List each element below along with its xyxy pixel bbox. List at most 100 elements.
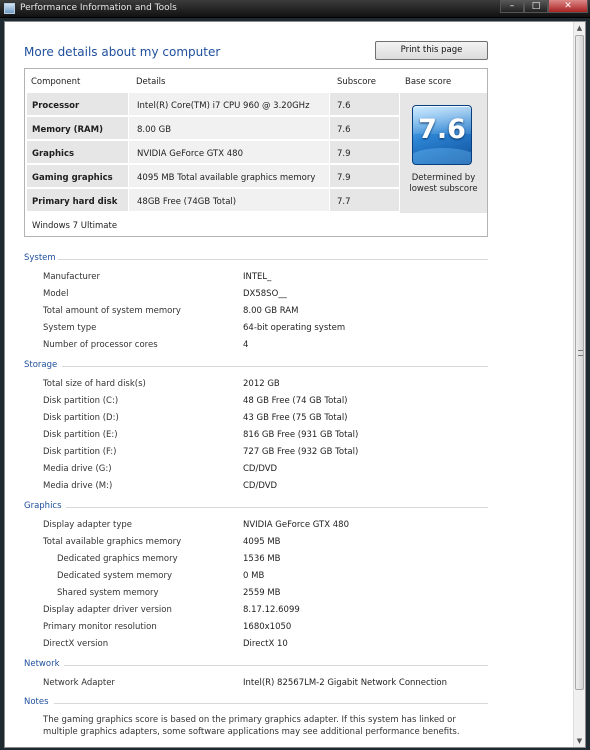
subscore-cell: 7.6: [330, 93, 399, 115]
info-key: Dedicated system memory: [57, 571, 173, 581]
maximize-icon: □: [531, 1, 541, 11]
info-value: Intel(R) 82567LM-2 Gigabit Network Conne…: [243, 678, 447, 688]
info-value: 64-bit operating system: [243, 323, 346, 333]
info-key: Network Adapter: [43, 678, 115, 688]
component-cell: Processor: [27, 93, 128, 115]
info-key: Media drive (G:): [43, 464, 112, 474]
print-button[interactable]: Print this page: [375, 41, 488, 60]
section-title: Notes: [24, 697, 49, 707]
info-row: Disk partition (F:) 727 GB Free (932 GB …: [43, 447, 513, 459]
component-cell: Gaming graphics: [27, 165, 128, 187]
details-cell: Intel(R) Core(TM) i7 CPU 960 @ 3.20GHz: [129, 93, 329, 115]
info-value: CD/DVD: [243, 481, 278, 491]
info-row: Media drive (G:) CD/DVD: [43, 464, 513, 476]
section-graphics: Graphics: [24, 501, 488, 513]
info-row: Total size of hard disk(s) 2012 GB: [43, 379, 513, 391]
info-value: 0 MB: [243, 571, 265, 581]
info-row: DirectX version DirectX 10: [43, 639, 513, 651]
info-row: Dedicated graphics memory 1536 MB: [57, 554, 527, 566]
notes-text: The gaming graphics score is based on th…: [43, 715, 460, 737]
close-button[interactable]: ✕: [548, 0, 588, 13]
grip-icon: [578, 350, 583, 356]
performance-icon: [4, 3, 15, 14]
info-row: Primary monitor resolution 1680x1050: [43, 622, 513, 634]
info-key: Shared system memory: [57, 588, 159, 598]
minimize-button[interactable]: –: [500, 0, 524, 13]
info-key: Disk partition (F:): [43, 447, 117, 457]
info-value: 1680x1050: [243, 622, 292, 632]
scroll-up-button[interactable]: ▲: [574, 22, 585, 34]
info-row: Disk partition (D:) 43 GB Free (75 GB To…: [43, 413, 513, 425]
info-value: INTEL_: [243, 272, 272, 282]
vertical-scrollbar[interactable]: ▲ ▼: [573, 22, 585, 747]
info-row: Dedicated system memory 0 MB: [57, 571, 527, 583]
info-value: 1536 MB: [243, 554, 281, 564]
score-table: Component Details Subscore Base score Pr…: [24, 68, 488, 237]
info-key: Primary monitor resolution: [43, 622, 157, 632]
info-key: Total size of hard disk(s): [43, 379, 146, 389]
maximize-button[interactable]: □: [524, 0, 548, 13]
score-row-gaming-graphics: Gaming graphics 4095 MB Total available …: [27, 165, 399, 188]
base-caption-line-1: Determined by: [411, 173, 476, 183]
header-component: Component: [31, 77, 81, 87]
arrow-down-icon: ▼: [576, 737, 583, 745]
info-key: Disk partition (E:): [43, 430, 118, 440]
info-row: Display adapter type NVIDIA GeForce GTX …: [43, 520, 513, 532]
info-row: Manufacturer INTEL_: [43, 272, 513, 284]
info-key: DirectX version: [43, 639, 109, 649]
base-score-value: 7.6: [418, 114, 466, 145]
header-details: Details: [136, 77, 166, 87]
info-key: Disk partition (C:): [43, 396, 119, 406]
section-title: System: [24, 253, 56, 263]
info-value: 2012 GB: [243, 379, 280, 389]
score-row-processor: Processor Intel(R) Core(TM) i7 CPU 960 @…: [27, 93, 399, 116]
info-key: Media drive (M:): [43, 481, 113, 491]
info-key: Dedicated graphics memory: [57, 554, 178, 564]
info-key: Total amount of system memory: [43, 306, 181, 316]
info-row: Number of processor cores 4: [43, 340, 513, 352]
subscore-cell: 7.7: [330, 189, 399, 211]
os-edition: Windows 7 Ultimate: [32, 221, 118, 231]
info-key: Manufacturer: [43, 272, 100, 282]
info-value: 48 GB Free (74 GB Total): [243, 396, 348, 406]
base-score-caption: Determined by lowest subscore: [400, 173, 487, 195]
scroll-thumb[interactable]: [575, 35, 584, 690]
close-icon: ✕: [564, 1, 572, 11]
info-row: Total amount of system memory 8.00 GB RA…: [43, 306, 513, 318]
score-row-primary-hard-disk: Primary hard disk 48GB Free (74GB Total)…: [27, 189, 399, 212]
section-notes: Notes: [24, 697, 488, 709]
info-row: Network Adapter Intel(R) 82567LM-2 Gigab…: [43, 678, 513, 690]
window-titlebar[interactable]: Performance Information and Tools – □ ✕: [0, 0, 590, 18]
info-value: 4095 MB: [243, 537, 281, 547]
info-value: 8.00 GB RAM: [243, 306, 299, 316]
info-row: Shared system memory 2559 MB: [57, 588, 527, 600]
info-value: 4: [243, 340, 249, 350]
info-row: Model DX58SO__: [43, 289, 513, 301]
section-storage: Storage: [24, 360, 488, 372]
page-title: More details about my computer: [24, 45, 221, 59]
details-cell: 48GB Free (74GB Total): [129, 189, 329, 211]
info-row: Media drive (M:) CD/DVD: [43, 481, 513, 493]
client-area: More details about my computer Print thi…: [4, 21, 586, 748]
section-title: Storage: [24, 360, 58, 370]
info-key: Display adapter driver version: [43, 605, 172, 615]
scroll-down-button[interactable]: ▼: [574, 735, 585, 747]
window-controls: – □ ✕: [500, 0, 588, 14]
section-title: Network: [24, 659, 60, 669]
info-row: Display adapter driver version 8.17.12.6…: [43, 605, 513, 617]
base-caption-line-2: lowest subscore: [409, 184, 478, 194]
section-network: Network: [24, 659, 488, 671]
score-row-graphics: Graphics NVIDIA GeForce GTX 480 7.9: [27, 141, 399, 164]
info-key: Number of processor cores: [43, 340, 158, 350]
minimize-icon: –: [509, 1, 515, 11]
base-score-panel: 7.6 Determined by lowest subscore: [400, 93, 487, 213]
info-value: 8.17.12.6099: [243, 605, 300, 615]
content-pane: More details about my computer Print thi…: [5, 22, 573, 747]
details-cell: 4095 MB Total available graphics memory: [129, 165, 329, 187]
component-cell: Graphics: [27, 141, 128, 163]
info-row: Disk partition (E:) 816 GB Free (931 GB …: [43, 430, 513, 442]
info-key: Disk partition (D:): [43, 413, 119, 423]
window-frame: More details about my computer Print thi…: [0, 18, 590, 750]
section-title: Graphics: [24, 501, 62, 511]
component-cell: Memory (RAM): [27, 117, 128, 139]
